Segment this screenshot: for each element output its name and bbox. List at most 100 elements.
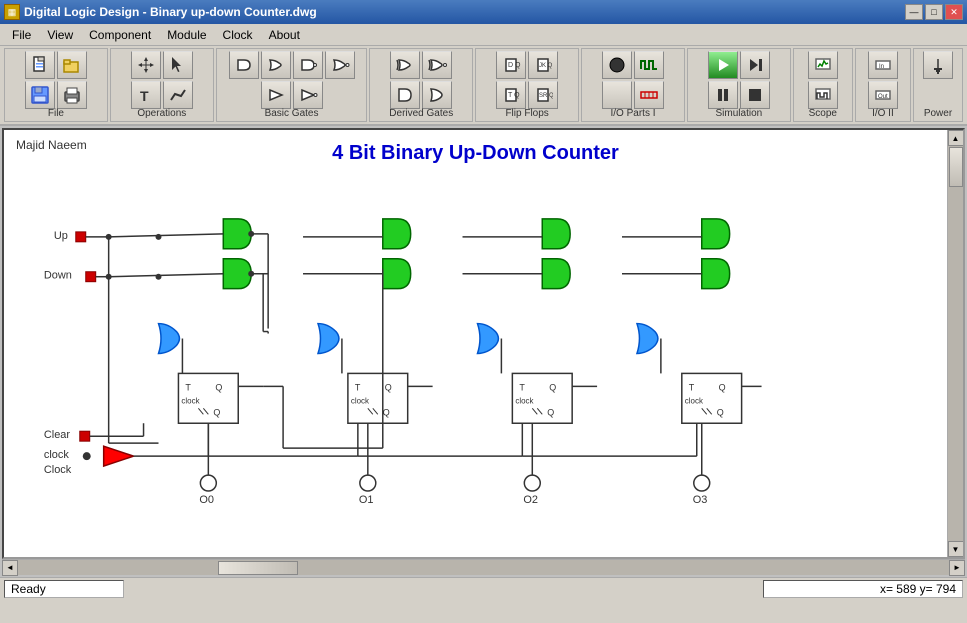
menu-module[interactable]: Module bbox=[159, 26, 214, 44]
svg-text:Q: Q bbox=[213, 407, 220, 417]
nor-gate-btn[interactable] bbox=[325, 51, 355, 79]
print-button[interactable] bbox=[57, 81, 87, 109]
input-btn[interactable] bbox=[602, 51, 632, 79]
xnor-gate-btn[interactable] bbox=[422, 51, 452, 79]
toolbar-group-io2: In Out I/O II bbox=[855, 48, 911, 122]
toolbar-power-label: Power bbox=[914, 108, 962, 119]
toolbar-group-scope: Scope bbox=[793, 48, 853, 122]
tff-btn[interactable]: T Q bbox=[496, 81, 526, 109]
status-bar: Ready x= 589 y= 794 bbox=[0, 577, 967, 599]
toolbar-group-basic: Basic Gates bbox=[216, 48, 368, 122]
and-gate-btn[interactable] bbox=[229, 51, 259, 79]
step-btn[interactable] bbox=[740, 51, 770, 79]
stop-btn[interactable] bbox=[740, 81, 770, 109]
menu-about[interactable]: About bbox=[261, 26, 308, 44]
svg-text:O3: O3 bbox=[693, 494, 708, 506]
clock-wave-btn[interactable] bbox=[634, 51, 664, 79]
scroll-thumb-h[interactable] bbox=[218, 561, 298, 575]
toolbar-derived-label: Derived Gates bbox=[370, 108, 472, 119]
scope-btn[interactable] bbox=[808, 51, 838, 79]
scroll-right-btn[interactable]: ► bbox=[949, 560, 965, 576]
jkff-btn[interactable]: JK Q bbox=[528, 51, 558, 79]
io-part-btn[interactable] bbox=[634, 81, 664, 109]
scroll-track-h[interactable] bbox=[18, 560, 949, 575]
svg-text:Down: Down bbox=[44, 270, 72, 282]
svg-text:Out: Out bbox=[878, 94, 888, 100]
svg-text:T Q: T Q bbox=[508, 92, 520, 99]
menu-clock[interactable]: Clock bbox=[215, 26, 261, 44]
vcc-btn[interactable] bbox=[923, 51, 953, 79]
run-btn[interactable] bbox=[708, 51, 738, 79]
svg-text:T: T bbox=[689, 382, 695, 392]
scroll-thumb-v[interactable] bbox=[949, 147, 963, 187]
svg-text:SR Q: SR Q bbox=[539, 93, 553, 99]
nand-gate-btn[interactable] bbox=[293, 51, 323, 79]
srff-btn[interactable]: SR Q bbox=[528, 81, 558, 109]
close-button[interactable]: ✕ bbox=[945, 4, 963, 20]
toolbar-scope-label: Scope bbox=[794, 108, 852, 119]
or-gate-btn[interactable] bbox=[261, 51, 291, 79]
or3-gate-btn[interactable] bbox=[422, 81, 452, 109]
svg-text:clock: clock bbox=[181, 396, 199, 405]
menu-file[interactable]: File bbox=[4, 26, 39, 44]
svg-text:clock: clock bbox=[685, 396, 703, 405]
svg-text:clock: clock bbox=[515, 396, 533, 405]
svg-text:O0: O0 bbox=[199, 494, 214, 506]
and3-gate-btn[interactable] bbox=[390, 81, 420, 109]
svg-text:O2: O2 bbox=[523, 494, 538, 506]
xor-gate-btn[interactable] bbox=[390, 51, 420, 79]
scroll-up-btn[interactable]: ▲ bbox=[948, 130, 964, 146]
svg-text:T: T bbox=[519, 382, 525, 392]
buf-gate-btn[interactable] bbox=[261, 81, 291, 109]
canvas-area[interactable]: Majid Naeem 4 Bit Binary Up-Down Counter… bbox=[4, 130, 947, 557]
output2-btn[interactable]: Out bbox=[868, 81, 898, 109]
svg-text:clock: clock bbox=[44, 449, 69, 461]
maximize-button[interactable]: □ bbox=[925, 4, 943, 20]
wire-tool[interactable] bbox=[163, 81, 193, 109]
input2-btn[interactable]: In bbox=[868, 51, 898, 79]
scroll-track-v[interactable] bbox=[948, 146, 963, 541]
horizontal-scrollbar[interactable]: ◄ ► bbox=[2, 559, 965, 575]
svg-text:JK Q: JK Q bbox=[539, 63, 553, 69]
svg-text:Q: Q bbox=[385, 382, 392, 392]
svg-text:Q: Q bbox=[549, 382, 556, 392]
svg-text:T: T bbox=[140, 88, 149, 104]
toolbar-sim-label: Simulation bbox=[688, 108, 790, 119]
svg-text:Q: Q bbox=[383, 407, 390, 417]
tri-gate-btn[interactable] bbox=[293, 81, 323, 109]
status-ready: Ready bbox=[4, 580, 124, 598]
scroll-left-btn[interactable]: ◄ bbox=[2, 560, 18, 576]
text-tool[interactable]: T bbox=[131, 81, 161, 109]
toolbar-ops-label: Operations bbox=[111, 108, 213, 119]
dff-btn[interactable]: D Q bbox=[496, 51, 526, 79]
menu-component[interactable]: Component bbox=[81, 26, 159, 44]
toolbar-basic-label: Basic Gates bbox=[217, 108, 367, 119]
record-btn[interactable] bbox=[602, 81, 632, 109]
minimize-button[interactable]: — bbox=[905, 4, 923, 20]
svg-text:Up: Up bbox=[54, 230, 68, 242]
toolbar-group-sim: Simulation bbox=[687, 48, 791, 122]
menu-view[interactable]: View bbox=[39, 26, 81, 44]
new-button[interactable] bbox=[25, 51, 55, 79]
open-button[interactable] bbox=[57, 51, 87, 79]
move-tool[interactable] bbox=[131, 51, 161, 79]
svg-text:T: T bbox=[185, 382, 191, 392]
toolbar-ff-label: Flip Flops bbox=[476, 108, 578, 119]
vertical-scrollbar[interactable]: ▲ ▼ bbox=[947, 130, 963, 557]
toolbar-group-power: Power bbox=[913, 48, 963, 122]
toolbar-group-ff: D Q JK Q T Q SR Q Flip Flops bbox=[475, 48, 579, 122]
toolbar: File T Operations bbox=[0, 46, 967, 126]
waveform-btn[interactable] bbox=[808, 81, 838, 109]
title-bar: ▦ Digital Logic Design - Binary up-down … bbox=[0, 0, 967, 24]
toolbar-file-label: File bbox=[5, 108, 107, 119]
svg-text:Q: Q bbox=[717, 407, 724, 417]
toolbar-group-ops: T Operations bbox=[110, 48, 214, 122]
svg-text:Clear: Clear bbox=[44, 429, 71, 441]
svg-text:Q: Q bbox=[719, 382, 726, 392]
pause-btn[interactable] bbox=[708, 81, 738, 109]
window-title: Digital Logic Design - Binary up-down Co… bbox=[24, 5, 317, 19]
select-tool[interactable] bbox=[163, 51, 193, 79]
scroll-down-btn[interactable]: ▼ bbox=[948, 541, 964, 557]
toolbar-group-derived: Derived Gates bbox=[369, 48, 473, 122]
save-button[interactable] bbox=[25, 81, 55, 109]
